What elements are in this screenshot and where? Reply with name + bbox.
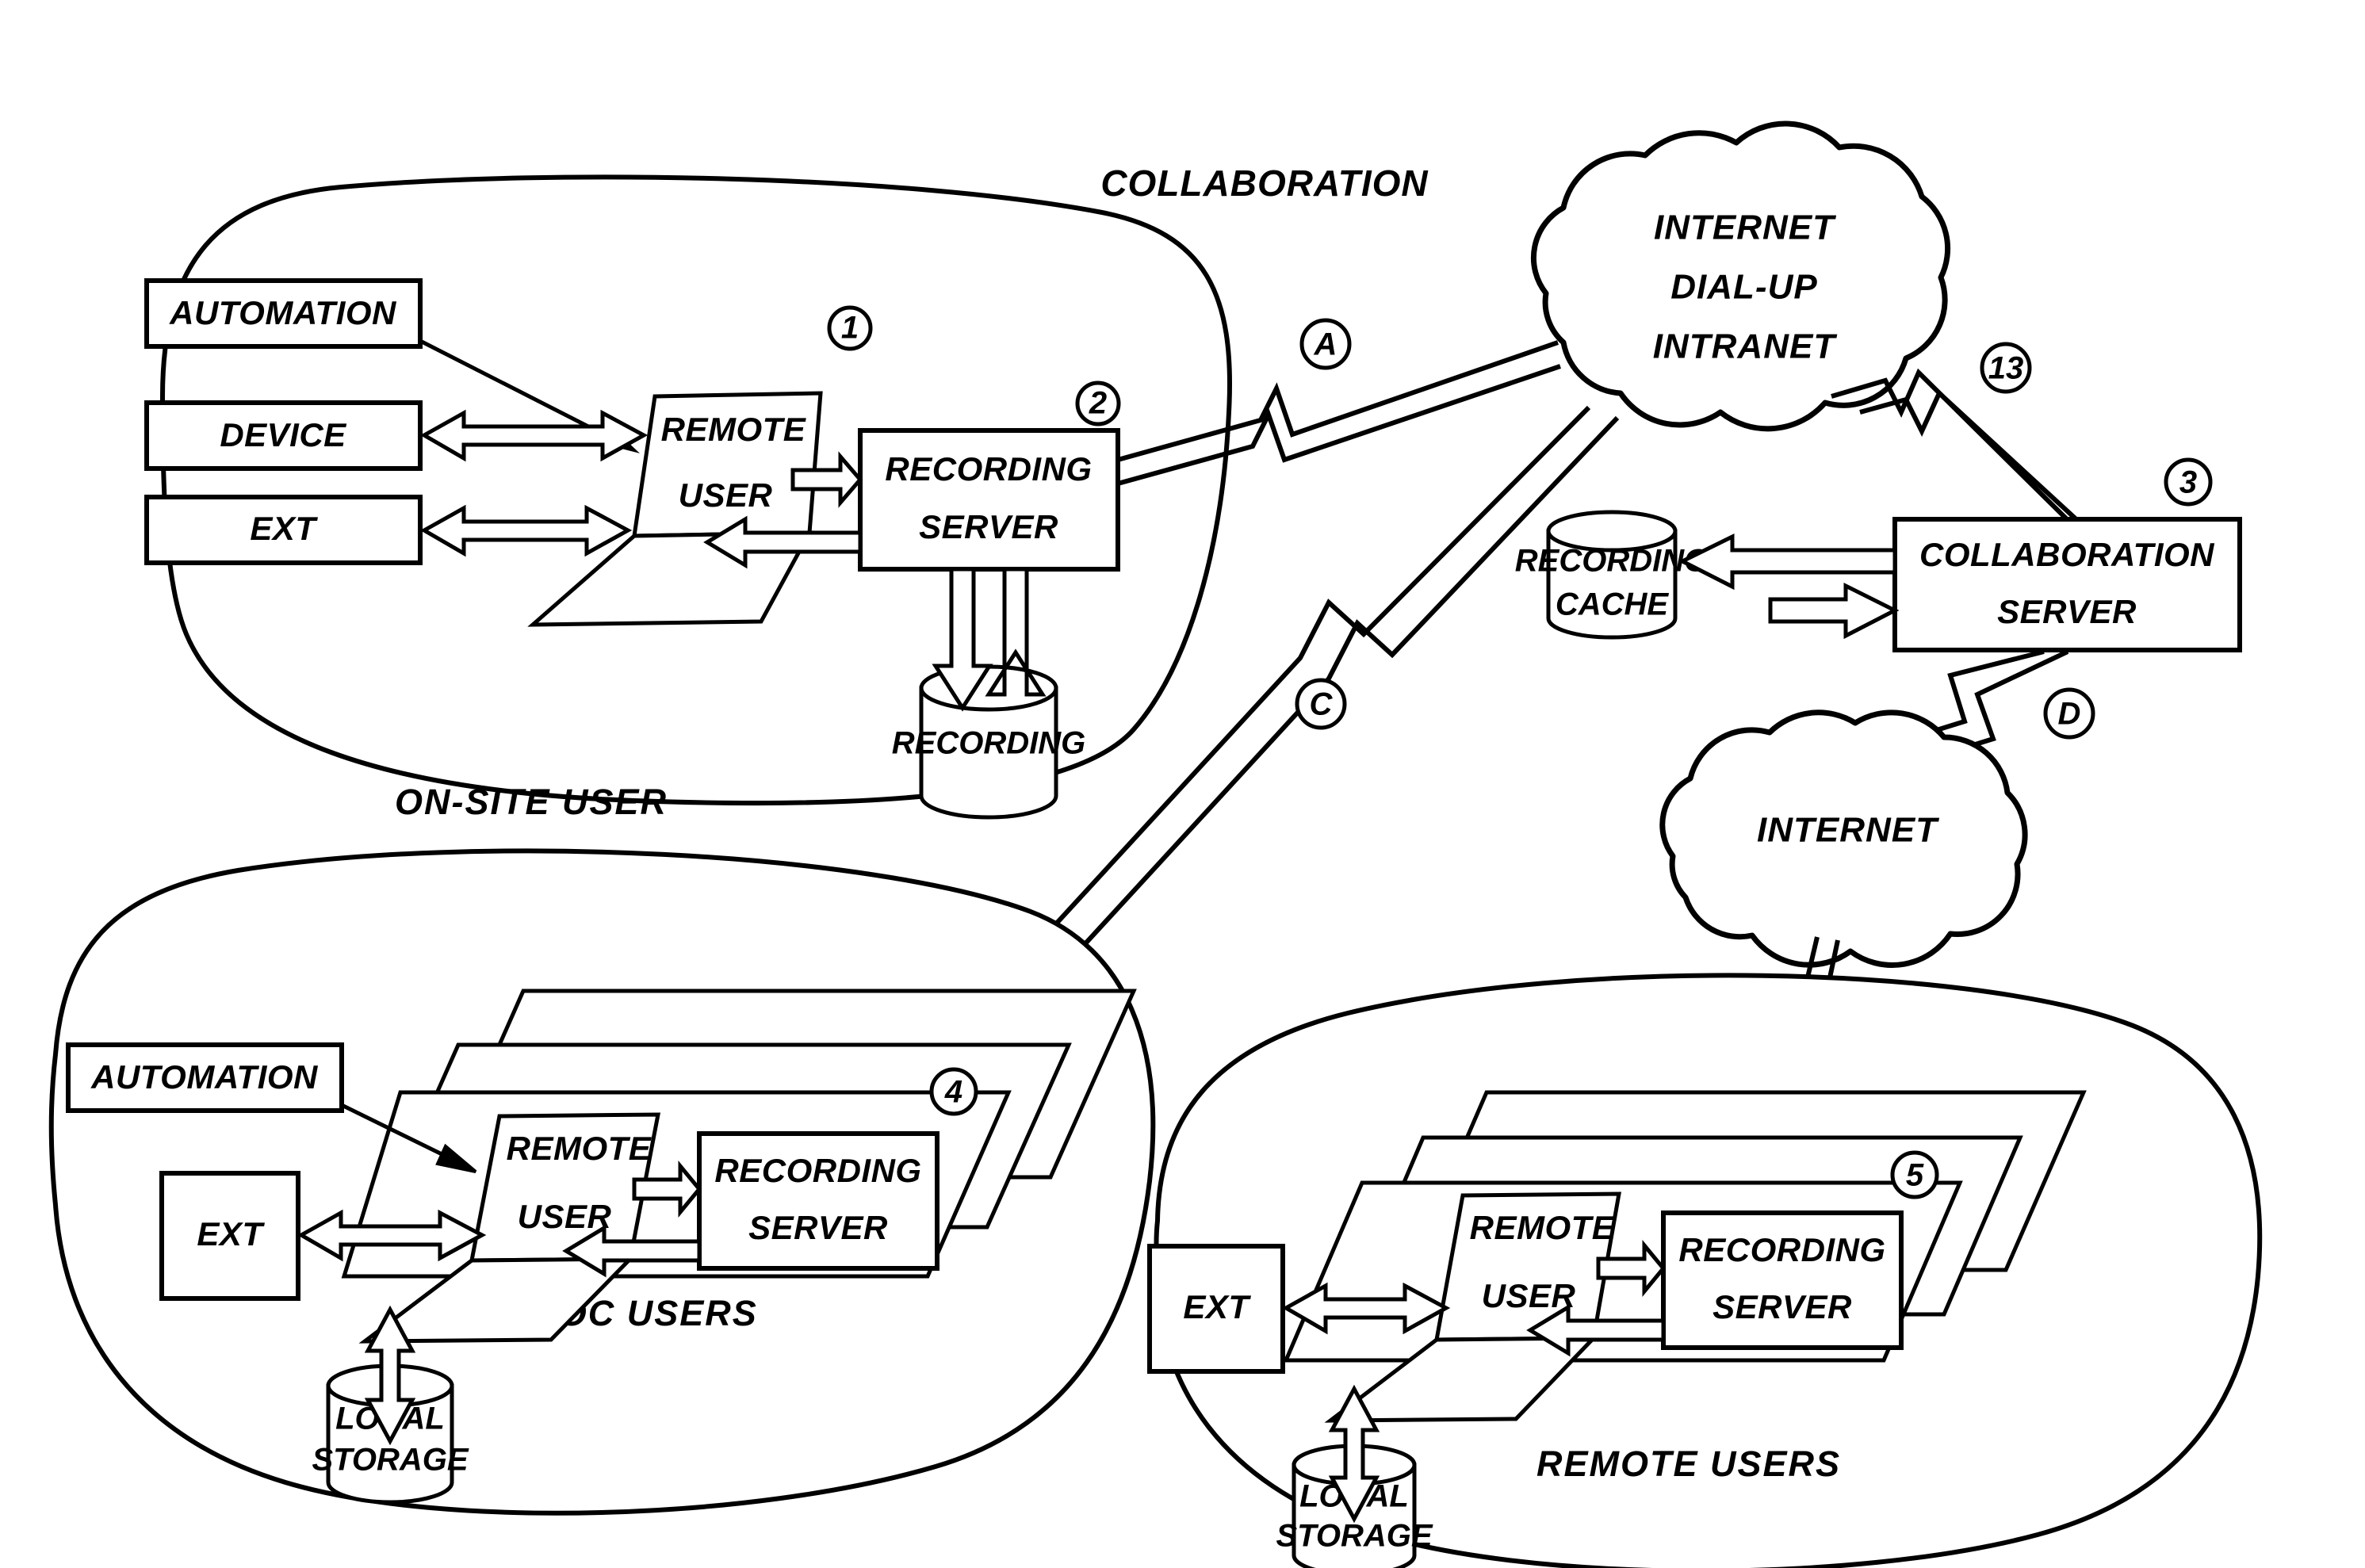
- adhoc-recording-server-label-line2: SERVER: [748, 1209, 888, 1246]
- remote-local-storage-label-line2: STORAGE: [1276, 1519, 1433, 1554]
- connector-c-label: C: [1310, 687, 1334, 722]
- collaboration-architecture-diagram: COLLABORATION ON-SITE USER AUTOMATION DE…: [0, 0, 2365, 1568]
- remote-recording-server-label-line2: SERVER: [1713, 1288, 1852, 1325]
- onsite-device-label: DEVICE: [220, 416, 347, 453]
- connector-d-label: D: [2058, 697, 2081, 732]
- collaboration-server-label-line2: SERVER: [1997, 593, 2137, 630]
- adhoc-remote-user-label-line1: REMOTE: [507, 1130, 652, 1167]
- adhoc-automation-label: AUTOMATION: [90, 1058, 319, 1096]
- cloud-top-label-line2: DIAL-UP: [1670, 268, 1817, 307]
- recording-cache-label-line2: CACHE: [1556, 587, 1670, 622]
- connector-a-label: A: [1314, 327, 1337, 362]
- adhoc-remote-user-label-line2: USER: [518, 1198, 612, 1235]
- figure-title: COLLABORATION: [1100, 163, 1428, 204]
- remote-users-region-label: REMOTE USERS: [1536, 1444, 1841, 1484]
- onsite-remote-user-label-line1: REMOTE: [661, 411, 807, 448]
- patent-figure-page: COLLABORATION ON-SITE USER AUTOMATION DE…: [0, 0, 2365, 1568]
- onsite-recording-server-label-line2: SERVER: [919, 508, 1058, 545]
- reference-mark-1-label: 1: [841, 311, 859, 346]
- reference-mark-4-label: 4: [944, 1075, 962, 1110]
- remote-remote-user-label-line2: USER: [1482, 1277, 1576, 1314]
- remote-remote-user-label-line1: REMOTE: [1470, 1209, 1616, 1246]
- reference-mark-2-label: 2: [1089, 386, 1107, 421]
- reference-mark-5-label: 5: [1906, 1158, 1924, 1193]
- remote-recording-server-label-line1: RECORDING: [1678, 1231, 1885, 1268]
- onsite-remote-user-label-line2: USER: [679, 476, 773, 514]
- cloud-bottom-label: INTERNET: [1757, 811, 1939, 850]
- onsite-recording-store-label: RECORDING: [892, 726, 1085, 761]
- onsite-ext-label: EXT: [250, 510, 318, 547]
- cloud-top-label-line1: INTERNET: [1654, 208, 1836, 247]
- adhoc-ext-label: EXT: [197, 1215, 265, 1252]
- collaboration-server-label-line1: COLLABORATION: [1919, 536, 2215, 573]
- onsite-user-region-label: ON-SITE USER: [395, 782, 668, 822]
- adhoc-local-storage-label-line2: STORAGE: [312, 1443, 469, 1478]
- onsite-recording-server-label-line1: RECORDING: [885, 450, 1092, 488]
- onsite-automation-label: AUTOMATION: [169, 294, 397, 331]
- reference-mark-3-label: 3: [2179, 465, 2197, 500]
- connector-13-label: 13: [1988, 351, 2024, 386]
- cloud-top-label-line3: INTRANET: [1653, 327, 1838, 366]
- remote-ext-label: EXT: [1183, 1288, 1251, 1325]
- adhoc-recording-server-label-line1: RECORDING: [714, 1152, 921, 1189]
